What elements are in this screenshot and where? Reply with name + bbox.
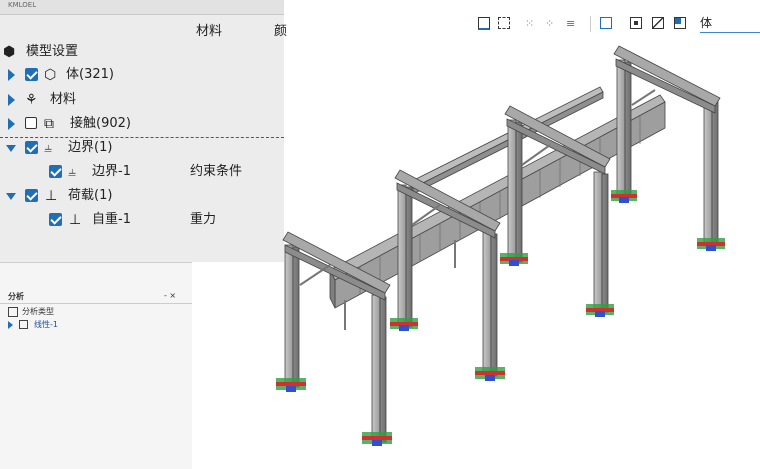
cube-icon: ⬢ (3, 44, 16, 60)
select-face-icon[interactable]: ≡ (566, 17, 579, 30)
tree-root-label: 模型设置 (26, 44, 79, 59)
tree-root[interactable]: ⬢ 模型设置 (0, 41, 284, 63)
tree-item-label: 体(321) (66, 67, 114, 82)
tree-item-label: 材料 (50, 92, 77, 107)
panel-tab-bar: KMLOEL (0, 0, 284, 15)
analysis-type-label: 分析类型 (22, 307, 54, 316)
checkbox[interactable] (49, 165, 62, 178)
toolbar-separator (590, 16, 591, 32)
checkbox[interactable] (25, 68, 38, 81)
column (284, 59, 719, 443)
support-markers (276, 190, 725, 446)
analysis-type-icon (8, 307, 18, 317)
select-node-icon[interactable]: ⁙ (525, 17, 538, 30)
view-color-icon[interactable] (674, 17, 686, 29)
divider (0, 303, 192, 304)
view-fit-icon[interactable] (600, 17, 612, 29)
panel-tab-label: KMLOEL (8, 1, 37, 9)
tree-item-body[interactable]: ⬡ 体(321) (0, 64, 284, 86)
molecule-icon: ⚘ (25, 92, 38, 108)
tree-item-material[interactable]: ⚘ 材料 (0, 89, 284, 111)
tree-item-load[interactable]: ⊥ 荷载(1) (0, 185, 284, 207)
hexagon-icon: ⬡ (44, 67, 57, 83)
column-header-color: 颜 (274, 24, 288, 39)
contact-icon: ⧉ (44, 116, 54, 132)
view-front-icon[interactable] (630, 17, 642, 29)
search-input[interactable]: 体 (700, 14, 760, 33)
analysis-item[interactable]: 线性-1 (34, 319, 58, 330)
select-box-icon[interactable] (478, 17, 490, 30)
tree-item-label: 边界(1) (68, 140, 113, 155)
tree-item-boundary[interactable]: ⫨ 边界(1) (0, 137, 284, 159)
checkbox[interactable] (25, 117, 37, 129)
select-window-icon[interactable] (498, 17, 510, 29)
load-icon: ⊥ (69, 212, 82, 228)
tree-item-contact[interactable]: ⧉ 接触(902) (0, 113, 284, 135)
select-element-icon[interactable]: ⁘ (545, 17, 558, 30)
expand-icon[interactable] (8, 118, 15, 130)
column-header-material: 材料 (196, 24, 223, 39)
steel-frame-model (276, 45, 725, 446)
collapse-icon[interactable] (6, 145, 16, 152)
load-icon: ⊥ (45, 188, 58, 204)
expand-icon[interactable] (8, 321, 13, 329)
tree-item-boundary-1[interactable]: ⫨ 边界-1 约束条件 (0, 161, 284, 183)
tree-item-self-weight[interactable]: ⊥ 自重-1 重力 (0, 209, 284, 231)
panel-controls[interactable]: - × (164, 291, 176, 300)
boundary-icon: ⫨ (68, 164, 76, 180)
checkbox[interactable] (25, 141, 38, 154)
view-iso-icon[interactable] (652, 17, 664, 29)
tree-item-label: 边界-1 (92, 164, 131, 179)
boundary-icon: ⫨ (44, 140, 52, 156)
tree-item-label: 自重-1 (92, 212, 131, 227)
tree-item-value: 重力 (190, 212, 217, 227)
checkbox[interactable] (49, 213, 62, 226)
tree-item-value: 约束条件 (190, 164, 243, 179)
model-tree-panel: KMLOEL 材料 颜 ⬢ 模型设置 ⬡ 体(321) ⚘ 材料 ⧉ 接触(90… (0, 0, 288, 262)
analysis-title: 分析 (8, 292, 24, 301)
analysis-item-icon (19, 320, 28, 329)
analysis-panel: 分析 - × 分析类型 线性-1 (0, 262, 192, 469)
tree-item-label: 接触(902) (70, 116, 131, 131)
expand-icon[interactable] (8, 94, 15, 106)
checkbox[interactable] (25, 189, 38, 202)
expand-icon[interactable] (8, 69, 15, 81)
tree-item-label: 荷载(1) (68, 188, 113, 203)
collapse-icon[interactable] (6, 193, 16, 200)
